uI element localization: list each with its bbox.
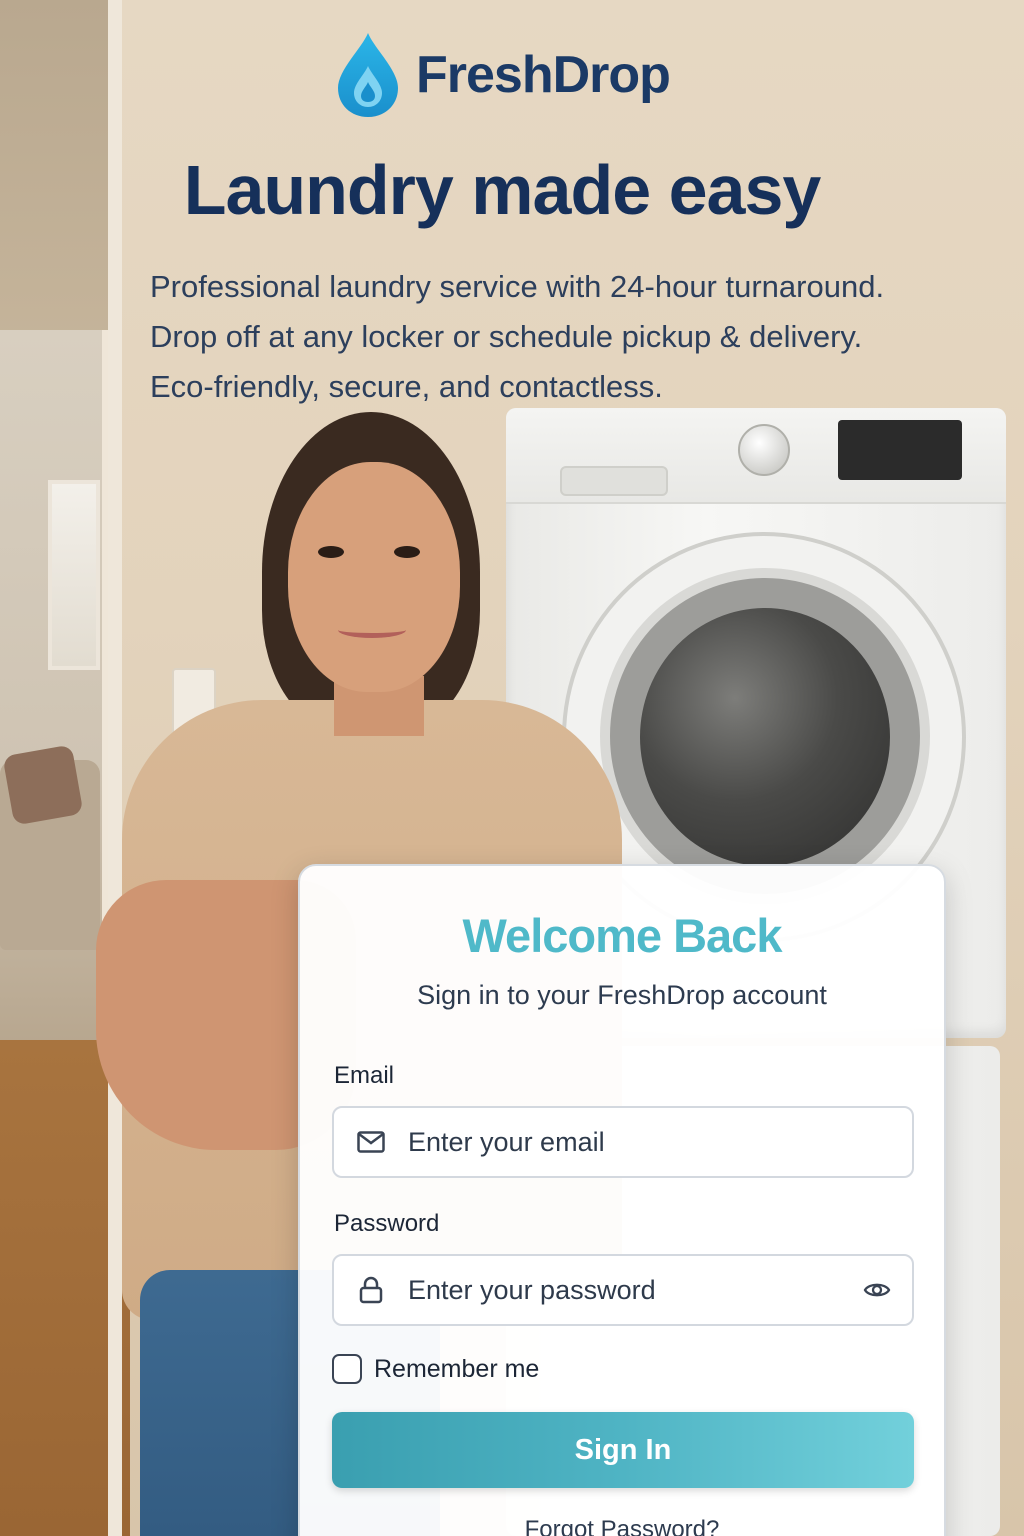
email-field[interactable] <box>332 1106 914 1178</box>
pillow <box>2 744 84 826</box>
person-face <box>288 462 460 692</box>
password-label: Password <box>334 1210 440 1237</box>
brand-name: FreshDrop <box>416 46 671 104</box>
washer-door-glass <box>640 608 890 866</box>
person-eye-left <box>318 546 344 558</box>
login-title: Welcome Back <box>462 909 783 962</box>
person-eye-right <box>394 546 420 558</box>
water-drop-icon <box>338 33 398 117</box>
hero-description: Professional laundry service with 24-hou… <box>150 262 1010 412</box>
password-field[interactable] <box>332 1254 914 1326</box>
hero-description-line: Professional laundry service with 24-hou… <box>150 269 885 304</box>
detergent-drawer <box>560 466 668 496</box>
login-card: Welcome Back Sign in to your FreshDrop a… <box>298 864 946 1536</box>
remember-me[interactable]: Remember me <box>332 1354 539 1384</box>
window <box>48 480 100 670</box>
washer-display <box>838 420 962 480</box>
person-smile <box>338 622 406 638</box>
eye-icon[interactable] <box>860 1273 894 1307</box>
remember-me-label: Remember me <box>374 1354 540 1383</box>
password-input[interactable] <box>408 1256 860 1324</box>
remember-me-checkbox[interactable] <box>332 1354 362 1384</box>
washer-knob <box>738 424 790 476</box>
login-subtitle: Sign in to your FreshDrop account <box>417 980 827 1010</box>
hero-description-line: Eco-friendly, secure, and contactless. <box>150 369 663 404</box>
email-input[interactable] <box>408 1108 912 1176</box>
sign-in-button[interactable]: Sign In <box>332 1412 914 1488</box>
brand-header: FreshDrop <box>334 28 671 122</box>
hero-headline: Laundry made easy <box>183 151 822 229</box>
email-label: Email <box>334 1062 395 1089</box>
hero-description-line: Drop off at any locker or schedule picku… <box>150 319 863 354</box>
forgot-password-link[interactable]: Forgot Password? <box>300 1516 944 1536</box>
lock-icon <box>356 1275 386 1305</box>
door-frame <box>108 0 122 1536</box>
envelope-icon <box>356 1127 386 1157</box>
